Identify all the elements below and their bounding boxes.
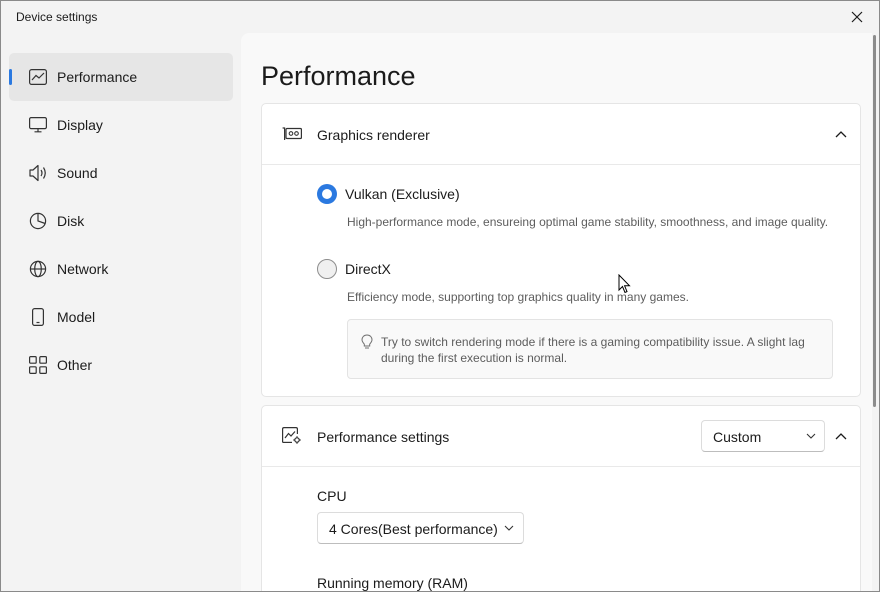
directx-radio[interactable]	[317, 259, 337, 279]
vulkan-description: High-performance mode, ensureing optimal…	[347, 215, 829, 229]
speaker-icon	[28, 163, 48, 183]
chevron-down-icon	[806, 433, 816, 439]
sidebar-item-performance[interactable]: Performance	[9, 53, 233, 101]
title-bar: Device settings	[1, 1, 879, 33]
graphics-renderer-header[interactable]: Graphics renderer	[262, 104, 860, 165]
close-icon	[851, 11, 863, 23]
graphics-card-icon	[281, 124, 303, 144]
sidebar-item-label: Model	[57, 309, 96, 325]
sidebar-item-label: Disk	[57, 213, 85, 229]
content-pane: Performance Graphics renderer Vulkan (Ex…	[241, 33, 872, 591]
vulkan-radio[interactable]	[317, 184, 337, 204]
monitor-icon	[28, 115, 48, 135]
graphics-renderer-card: Graphics renderer Vulkan (Exclusive) Hig…	[261, 103, 861, 397]
chevron-up-icon	[835, 433, 847, 440]
sidebar-item-model[interactable]: Model	[9, 293, 233, 341]
close-button[interactable]	[843, 5, 871, 29]
grid-icon	[28, 355, 48, 375]
performance-settings-card: Performance settings Custom CPU 4 Cores(…	[261, 405, 861, 591]
performance-settings-header[interactable]: Performance settings Custom	[262, 406, 860, 467]
directx-description: Efficiency mode, supporting top graphics…	[347, 290, 689, 304]
sidebar-item-label: Display	[57, 117, 103, 133]
sidebar-item-display[interactable]: Display	[9, 101, 233, 149]
cpu-label: CPU	[317, 488, 347, 504]
sidebar-item-label: Performance	[57, 69, 138, 85]
chevron-down-icon	[504, 525, 514, 531]
cpu-dropdown[interactable]: 4 Cores(Best performance)	[317, 512, 524, 544]
pie-disk-icon	[28, 211, 48, 231]
performance-mode-dropdown[interactable]: Custom	[701, 420, 825, 452]
directx-label[interactable]: DirectX	[345, 261, 391, 277]
render-tip-box: Try to switch rendering mode if there is…	[347, 319, 833, 379]
sidebar-item-disk[interactable]: Disk	[9, 197, 233, 245]
sidebar-item-sound[interactable]: Sound	[9, 149, 233, 197]
chevron-up-icon	[835, 131, 847, 138]
performance-collapse-button[interactable]	[832, 428, 850, 444]
sidebar-item-label: Sound	[57, 165, 98, 181]
performance-gear-icon	[281, 426, 303, 446]
device-settings-window: Device settings Performance Display Soun…	[0, 0, 880, 592]
phone-icon	[28, 307, 48, 327]
lightbulb-icon	[361, 334, 373, 349]
sidebar-item-other[interactable]: Other	[9, 341, 233, 389]
vulkan-label[interactable]: Vulkan (Exclusive)	[345, 186, 460, 202]
globe-icon	[28, 259, 48, 279]
sidebar: Performance Display Sound Disk Network M…	[1, 33, 241, 591]
performance-mode-value: Custom	[713, 429, 762, 445]
sidebar-item-network[interactable]: Network	[9, 245, 233, 293]
graphics-collapse-button[interactable]	[832, 126, 850, 142]
page-title: Performance	[261, 61, 416, 91]
active-indicator	[9, 69, 12, 85]
ram-label: Running memory (RAM)	[317, 575, 468, 591]
sidebar-item-label: Network	[57, 261, 109, 277]
performance-chart-icon	[28, 67, 48, 87]
render-tip-text: Try to switch rendering mode if there is…	[381, 335, 805, 365]
cpu-value: 4 Cores(Best performance)	[329, 521, 498, 537]
performance-settings-title: Performance settings	[317, 429, 450, 445]
content-scrollbar[interactable]	[873, 35, 876, 407]
sidebar-item-label: Other	[57, 357, 93, 373]
mouse-cursor-icon	[618, 274, 631, 294]
graphics-renderer-title: Graphics renderer	[317, 127, 430, 143]
window-title: Device settings	[16, 10, 98, 24]
